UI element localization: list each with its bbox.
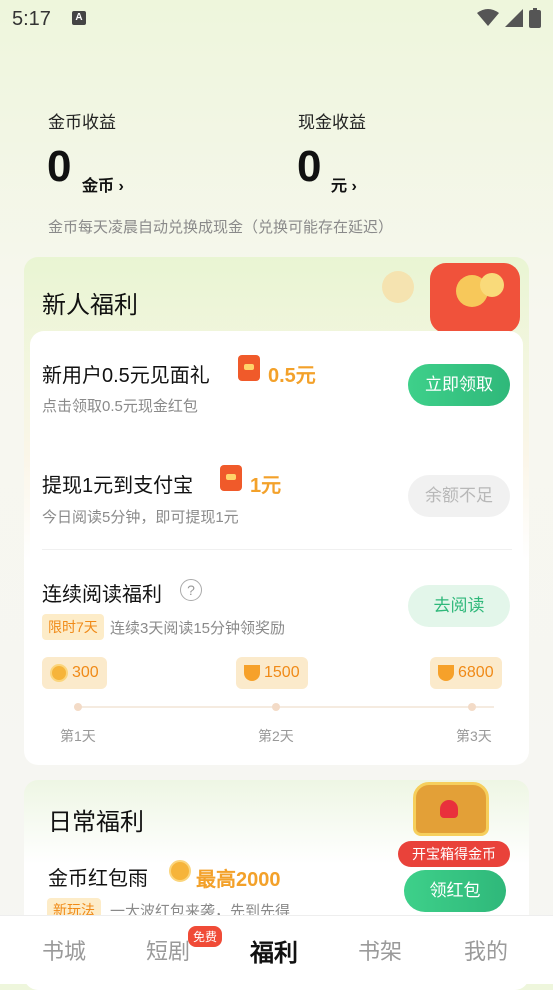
tab-bookstore[interactable]: 书城 [42, 934, 86, 966]
daily-benefits-title: 日常福利 [48, 809, 144, 836]
red-packet-icon [220, 465, 242, 491]
withdraw-amount: 1元 [250, 475, 282, 497]
wifi-icon [477, 9, 499, 26]
coin-unit: 金币 [82, 178, 115, 195]
open-chest-label[interactable]: 开宝箱得金币 [398, 841, 510, 867]
cash-earnings-title: 现金收益 [298, 113, 366, 132]
continuous-reading-desc: 连续3天阅读15分钟领奖励 [110, 620, 286, 637]
status-bar: 5:17 A [0, 0, 553, 38]
coin-rain-title: 金币红包雨 [48, 868, 148, 890]
tab-bookshelf[interactable]: 书架 [358, 934, 402, 966]
day3-reward-value: 6800 [458, 664, 494, 681]
day3-reward: 6800 [430, 657, 502, 689]
newcomer-gift-title: 新用户0.5元见面礼 [42, 365, 210, 387]
newbie-benefits-list: 新用户0.5元见面礼 0.5元 点击领取0.5元现金红包 立即领取 提现1元到支… [30, 331, 523, 759]
coin-rain-amount: 最高2000 [196, 869, 281, 891]
day1-reward: 300 [42, 657, 107, 689]
claim-now-button[interactable]: 立即领取 [408, 364, 510, 406]
cash-earnings-value[interactable]: 0 [297, 142, 321, 192]
withdraw-alipay-title: 提现1元到支付宝 [42, 475, 194, 497]
insufficient-balance-button[interactable]: 余额不足 [408, 475, 510, 517]
day1-reward-value: 300 [72, 664, 99, 681]
chevron-right-icon: › [351, 178, 357, 195]
get-red-packet-button[interactable]: 领红包 [404, 870, 506, 912]
coin-icon [169, 860, 191, 882]
coin-icon [50, 664, 68, 682]
tab-profile[interactable]: 我的 [464, 934, 508, 966]
day3-label: 第3天 [456, 728, 492, 744]
limited-time-badge: 限时7天 [42, 614, 104, 640]
tab-short-drama[interactable]: 短剧 [146, 934, 190, 966]
day2-label: 第2天 [258, 728, 294, 744]
help-icon[interactable]: ? [180, 579, 202, 601]
newbie-benefits-card: 新人福利 新用户0.5元见面礼 0.5元 点击领取0.5元现金红包 立即领取 提… [24, 257, 529, 765]
reading-progress-track [74, 706, 494, 708]
status-icons [477, 8, 541, 28]
newbie-benefits-title: 新人福利 [42, 292, 138, 319]
free-badge: 免费 [188, 926, 223, 947]
tab-welfare[interactable]: 福利 [250, 933, 298, 968]
notification-a-icon: A [72, 11, 86, 25]
bottom-tab-bar: 书城 短剧 福利 书架 我的 [0, 915, 553, 984]
go-read-button[interactable]: 去阅读 [408, 585, 510, 627]
trophy-icon [438, 665, 454, 681]
exchange-note: 金币每天凌晨自动兑换成现金（兑换可能存在延迟） [48, 219, 394, 236]
divider [42, 549, 512, 550]
coin-earnings-title: 金币收益 [48, 113, 116, 132]
progress-dot [74, 703, 82, 711]
progress-dot [272, 703, 280, 711]
day2-reward: 1500 [236, 657, 308, 689]
cash-earnings-link[interactable]: 元 › [331, 172, 357, 196]
day1-label: 第1天 [60, 728, 96, 744]
progress-dot [468, 703, 476, 711]
continuous-reading-title: 连续阅读福利 [42, 584, 162, 606]
trophy-icon [244, 665, 260, 681]
coin-earnings-value[interactable]: 0 [47, 142, 71, 192]
cash-unit: 元 [331, 178, 348, 195]
status-time: 5:17 [12, 8, 51, 30]
treasure-chest-icon[interactable] [395, 772, 505, 852]
red-packet-icon [238, 355, 260, 381]
withdraw-desc: 今日阅读5分钟，即可提现1元 [42, 509, 239, 526]
coin-earnings-link[interactable]: 金币 › [82, 172, 124, 196]
day2-reward-value: 1500 [264, 664, 300, 681]
newcomer-gift-desc: 点击领取0.5元现金红包 [42, 398, 198, 415]
signal-icon [505, 9, 523, 27]
newcomer-gift-amount: 0.5元 [268, 365, 316, 387]
battery-icon [529, 8, 541, 28]
red-packet-illustration [382, 263, 520, 333]
chevron-right-icon: › [118, 178, 124, 195]
